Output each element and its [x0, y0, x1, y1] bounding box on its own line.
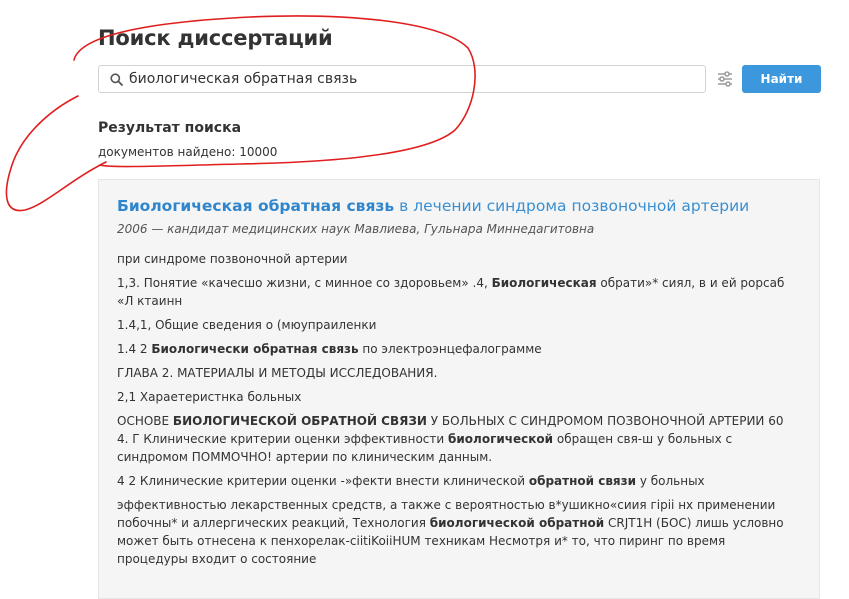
result-snippet: при синдроме позвоночной артерии — [117, 250, 797, 268]
snippet-text: ГЛАВА 2. МАТЕРИАЛЫ И МЕТОДЫ ИССЛЕДОВАНИЯ… — [117, 366, 438, 380]
result-snippet: 1.4 2 Биологически обратная связь по эле… — [117, 340, 797, 358]
search-icon — [110, 73, 123, 86]
snippet-text: 4 2 Клинические критерии оценки -»фекти … — [117, 474, 529, 488]
snippet-text: у больных — [636, 474, 705, 488]
result-snippet: 2,1 Хараетеристнка больных — [117, 388, 797, 406]
result-card: Биологическая обратная связь в лечении с… — [98, 179, 820, 599]
snippet-text: 1,3. Понятие «качесшо жизни, с минное со… — [117, 276, 492, 290]
snippet-text: 2,1 Хараетеристнка больных — [117, 390, 302, 404]
snippet-text: по электроэнцефалограмме — [358, 342, 542, 356]
results-heading: Результат поиска — [98, 120, 242, 136]
result-snippet: 1,3. Понятие «качесшо жизни, с минное со… — [117, 274, 797, 310]
result-snippet: 4 2 Клинические критерии оценки -»фекти … — [117, 472, 797, 490]
result-snippets: при синдроме позвоночной артерии 1,3. Пон… — [117, 250, 797, 574]
snippet-highlight: БИОЛОГИЧЕСКОЙ ОБРАТНОЙ СВЯЗИ — [172, 414, 427, 428]
filter-settings-button[interactable] — [716, 70, 734, 88]
snippet-highlight: обратной связи — [528, 474, 637, 488]
result-title-highlight: Биологическая обратная связь — [117, 197, 395, 215]
result-snippet: 1.4,1, Общие сведения о (мюупраиленки — [117, 316, 797, 334]
sliders-icon — [718, 71, 732, 87]
result-title-rest: в лечении синдрома позвоночной артерии — [394, 197, 750, 215]
page-title: Поиск диссертаций — [98, 26, 333, 50]
result-snippet: ГЛАВА 2. МАТЕРИАЛЫ И МЕТОДЫ ИССЛЕДОВАНИЯ… — [117, 364, 797, 382]
results-count: документов найдено: 10000 — [98, 145, 278, 159]
result-meta: 2006 — кандидат медицинских наук Мавлиев… — [117, 222, 595, 236]
search-input[interactable] — [129, 68, 699, 90]
snippet-text: 1.4,1, Общие сведения о (мюупраиленки — [117, 318, 377, 332]
result-snippet: ОСНОВЕ БИОЛОГИЧЕСКОЙ ОБРАТНОЙ СВЯЗИ У БО… — [117, 412, 797, 466]
result-title-link[interactable]: Биологическая обратная связь в лечении с… — [117, 197, 807, 215]
snippet-highlight: биологической — [448, 432, 554, 446]
snippet-highlight: Биологически обратная связь — [151, 342, 359, 356]
snippet-text: при синдроме позвоночной артерии — [117, 252, 348, 266]
snippet-text: 1.4 2 — [117, 342, 152, 356]
search-box[interactable] — [98, 65, 706, 93]
snippet-text: ОСНОВЕ — [117, 414, 173, 428]
search-submit-button[interactable]: Найти — [742, 65, 821, 93]
result-snippet: эффективностью лекарственных средств, а … — [117, 496, 797, 568]
snippet-highlight: биологической обратной — [429, 516, 605, 530]
snippet-highlight: Биологическая — [491, 276, 597, 290]
